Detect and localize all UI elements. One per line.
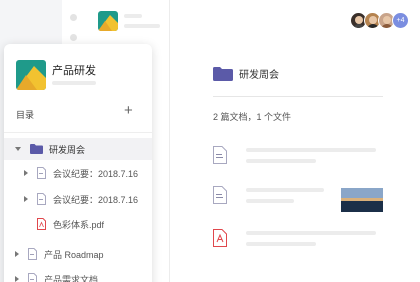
folder-title: 研发周会 — [239, 70, 279, 81]
doc-icon — [213, 186, 227, 204]
document-thumbnail — [341, 188, 383, 212]
divider — [4, 132, 152, 133]
document-list-panel: +4 研发周会 2 篇文档，1 个文件 — [170, 0, 420, 282]
divider — [213, 96, 383, 97]
tree-item-label: 色彩体系.pdf — [53, 219, 105, 230]
folder-summary: 2 篇文档，1 个文件 — [213, 112, 292, 122]
more-collaborators-badge[interactable]: +4 — [392, 12, 409, 29]
placeholder-bar — [246, 188, 324, 192]
workspace-title: 产品研发 — [52, 65, 96, 77]
placeholder-bar — [246, 231, 376, 235]
document-item[interactable] — [213, 146, 393, 172]
pdf-icon — [37, 218, 46, 230]
collaborator-avatars[interactable]: +4 — [350, 12, 409, 29]
placeholder-bar — [246, 242, 316, 246]
placeholder-bar — [246, 148, 376, 152]
doc-icon — [213, 146, 227, 164]
tree-item-doc[interactable]: 产品需求文档 — [4, 268, 152, 282]
add-button[interactable]: + — [124, 103, 133, 118]
doc-icon — [37, 193, 46, 205]
folder-header: 研发周会 — [213, 66, 279, 81]
pdf-icon — [213, 229, 227, 247]
placeholder-bar — [246, 199, 294, 203]
chevron-right-icon[interactable] — [24, 196, 28, 202]
workspace-logo-icon — [16, 60, 46, 90]
chevron-right-icon[interactable] — [15, 251, 19, 257]
tree-item-label: 会议纪要：2018.7.16 — [53, 194, 139, 205]
tree-item-label: 会议纪要：2018.7.16 — [53, 168, 139, 179]
document-item[interactable] — [213, 186, 393, 212]
folder-icon — [213, 66, 233, 81]
placeholder-bar — [124, 24, 160, 28]
workspace-logo-icon[interactable] — [98, 11, 118, 31]
workspace-sidebar: 产品研发 目录 + 研发周会 会议纪要：2018.7.16 会议纪要：2018.… — [4, 44, 152, 282]
placeholder-bar — [246, 159, 316, 163]
doc-icon — [28, 248, 37, 260]
placeholder-bar — [124, 14, 142, 18]
tree-item-folder[interactable]: 研发周会 — [4, 138, 152, 160]
chevron-down-icon[interactable] — [15, 147, 21, 151]
tree-item-doc[interactable]: 会议纪要：2018.7.16 — [4, 188, 152, 210]
tree-item-label: 产品需求文档 — [44, 274, 99, 282]
tree-item-label: 产品 Roadmap — [44, 249, 104, 260]
placeholder-bar — [52, 81, 96, 85]
tree-item-doc[interactable]: 产品 Roadmap — [4, 243, 152, 265]
tree-item-label: 研发周会 — [49, 144, 86, 155]
tree-item-doc[interactable]: 会议纪要：2018.7.16 — [4, 162, 152, 184]
rail-dot — [70, 34, 77, 41]
doc-icon — [28, 273, 37, 282]
tree-item-pdf[interactable]: 色彩体系.pdf — [4, 213, 152, 235]
toc-label: 目录 — [16, 110, 35, 120]
rail-dot — [70, 14, 77, 21]
doc-icon — [37, 167, 46, 179]
folder-icon — [30, 144, 43, 154]
chevron-right-icon[interactable] — [15, 276, 19, 282]
document-item[interactable] — [213, 229, 393, 255]
chevron-right-icon[interactable] — [24, 170, 28, 176]
